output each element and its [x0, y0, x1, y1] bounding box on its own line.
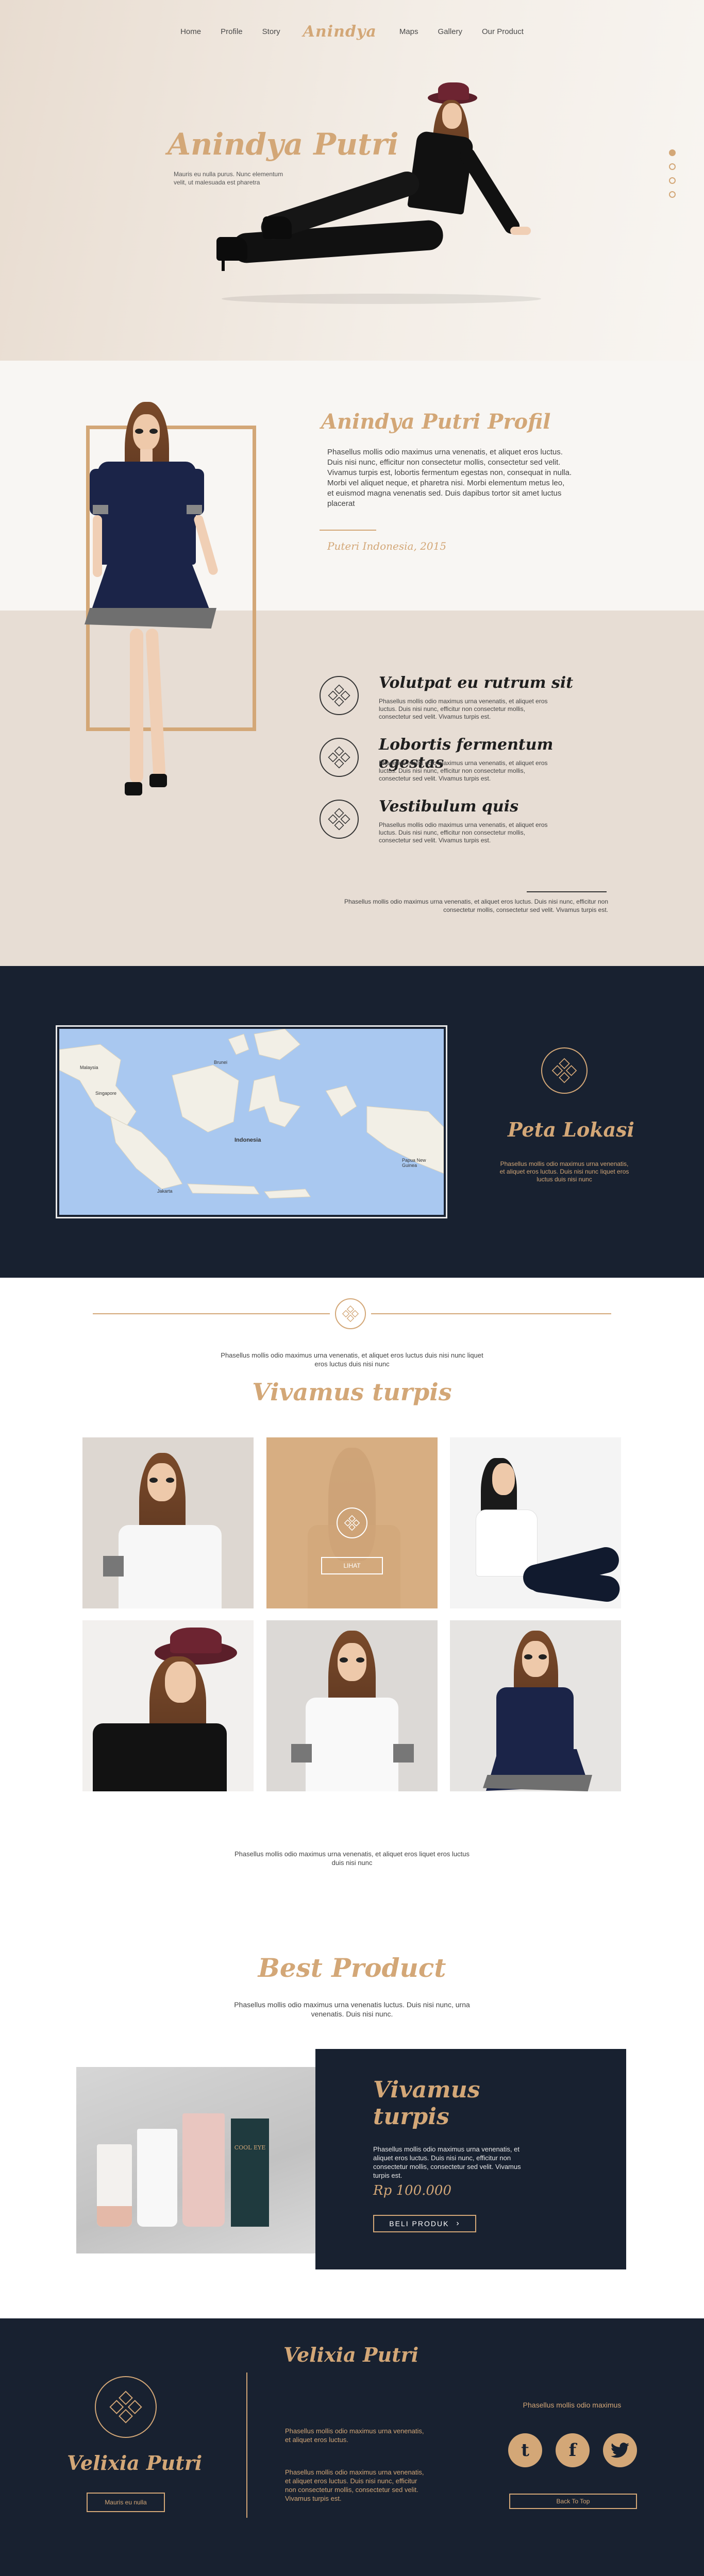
- product-card-text: Phasellus mollis odio maximus urna venen…: [373, 2145, 521, 2179]
- buy-product-label: BELI PRODUK: [389, 2219, 449, 2228]
- footer-mid-title: Velixia Putri: [283, 2343, 419, 2366]
- map-canvas[interactable]: Singapore Malaysia Indonesia Jakarta Pap…: [59, 1029, 444, 1215]
- product-price: Rp 100.000: [373, 2183, 452, 2198]
- best-product-title: Best Product: [258, 1953, 446, 1983]
- diamond-ornament-icon: [95, 2376, 157, 2438]
- footer-divider: [246, 2372, 247, 2518]
- nav-home[interactable]: Home: [180, 27, 201, 36]
- profile-divider: [320, 530, 376, 531]
- diamond-ornament-icon: [541, 1047, 588, 1094]
- hero-section: Home Profile Story Anindya Maps Gallery …: [0, 0, 704, 361]
- feature-text: Phasellus mollis odio maximus urna venen…: [379, 759, 548, 782]
- gallery-view-button[interactable]: LIHAT: [321, 1557, 383, 1574]
- divider-line: [371, 1313, 611, 1314]
- footer-brand-name: Velixia Putri: [67, 2451, 203, 2475]
- profile-title: Anindya Putri Profil: [321, 410, 551, 434]
- gallery-bottom-text: Phasellus mollis odio maximus urna venen…: [234, 1850, 470, 1867]
- slider-dot[interactable]: [669, 177, 676, 184]
- map-label: Brunei: [214, 1060, 228, 1065]
- profile-bottom-text: Phasellus mollis odio maximus urna venen…: [344, 898, 608, 913]
- map-label: Singapore: [95, 1091, 117, 1096]
- map-label: Jakarta: [157, 1189, 173, 1194]
- hero-model-image: [160, 82, 572, 314]
- diamond-ornament-icon: [320, 800, 359, 839]
- product-card: Vivamus turpis Phasellus mollis odio max…: [315, 2049, 626, 2269]
- footer-mid-text: Phasellus mollis odio maximus urna venen…: [285, 2468, 424, 2502]
- map-label: Papua New Guinea: [402, 1158, 426, 1168]
- buy-product-button[interactable]: BELI PRODUK ›: [373, 2215, 476, 2232]
- facebook-icon[interactable]: f: [556, 2433, 590, 2467]
- product-card-title: Vivamus turpis: [373, 2077, 480, 2130]
- profile-caption: Puteri Indonesia, 2015: [327, 540, 447, 552]
- gallery-photo[interactable]: [82, 1437, 254, 1608]
- map-label: Malaysia: [80, 1065, 98, 1070]
- nav-our-product[interactable]: Our Product: [482, 27, 524, 36]
- feature-item: Volutpat eu rutrum sit Phasellus mollis …: [320, 674, 588, 722]
- slider-dot[interactable]: [669, 149, 676, 156]
- gallery-photo[interactable]: [450, 1620, 621, 1791]
- nav-maps[interactable]: Maps: [399, 27, 418, 36]
- map-title: Peta Lokasi: [508, 1118, 634, 1141]
- location-map[interactable]: Singapore Malaysia Indonesia Jakarta Pap…: [56, 1025, 447, 1218]
- diamond-ornament-icon: [335, 1298, 366, 1329]
- hero-slider-dots: [669, 149, 676, 198]
- diamond-ornament-icon: [320, 738, 359, 777]
- profile-model-image: [77, 402, 294, 922]
- map-text: Phasellus mollis odio maximus urna venen…: [499, 1160, 629, 1183]
- footer-mid-text: Phasellus mollis odio maximus urna venen…: [285, 2427, 424, 2444]
- map-label: Indonesia: [234, 1137, 261, 1143]
- footer-left-button[interactable]: Mauris eu nulla: [87, 2493, 165, 2512]
- divider-line: [93, 1313, 330, 1314]
- feature-title: Volutpat eu rutrum sit: [379, 674, 574, 692]
- profile-bottom-divider: [527, 891, 607, 892]
- slider-dot[interactable]: [669, 191, 676, 198]
- feature-text: Phasellus mollis odio maximus urna venen…: [379, 821, 548, 844]
- nav-gallery[interactable]: Gallery: [438, 27, 463, 36]
- main-nav: Home Profile Story Anindya Maps Gallery …: [0, 23, 704, 41]
- map-landmass: [59, 1029, 444, 1199]
- diamond-ornament-icon: [320, 676, 359, 715]
- diamond-ornament-icon: [337, 1507, 367, 1538]
- product-image: COOL EYE: [76, 2067, 319, 2253]
- gallery-title: Vivamus turpis: [252, 1378, 452, 1406]
- site-logo[interactable]: Anindya: [303, 23, 377, 41]
- sunglasses-icon: [135, 429, 158, 434]
- gallery-intro: Phasellus mollis odio maximus urna venen…: [221, 1351, 483, 1368]
- nav-profile[interactable]: Profile: [221, 27, 243, 36]
- profile-text: Phasellus mollis odio maximus urna venen…: [327, 448, 572, 508]
- chevron-right-icon: ›: [456, 2219, 460, 2228]
- slider-dot[interactable]: [669, 163, 676, 170]
- back-to-top-button[interactable]: Back To Top: [509, 2494, 637, 2509]
- gallery-photo[interactable]: [450, 1437, 621, 1608]
- feature-item: Lobortis fermentum egestas Phasellus mol…: [320, 736, 588, 784]
- feature-title: Vestibulum quis: [379, 798, 519, 816]
- feature-item: Vestibulum quis Phasellus mollis odio ma…: [320, 798, 588, 846]
- gallery-photo[interactable]: [266, 1620, 438, 1791]
- feature-text: Phasellus mollis odio maximus urna venen…: [379, 698, 548, 720]
- gallery-photo-hover[interactable]: LIHAT: [266, 1437, 438, 1608]
- product-box-label: COOL EYE: [234, 2144, 266, 2151]
- footer-right-text: Phasellus mollis odio maximus: [523, 2401, 622, 2409]
- gallery-photo[interactable]: [82, 1620, 254, 1791]
- tumblr-icon[interactable]: t: [508, 2433, 542, 2467]
- twitter-icon[interactable]: [603, 2433, 637, 2467]
- nav-story[interactable]: Story: [262, 27, 280, 36]
- best-product-text: Phasellus mollis odio maximus urna venen…: [234, 2001, 470, 2018]
